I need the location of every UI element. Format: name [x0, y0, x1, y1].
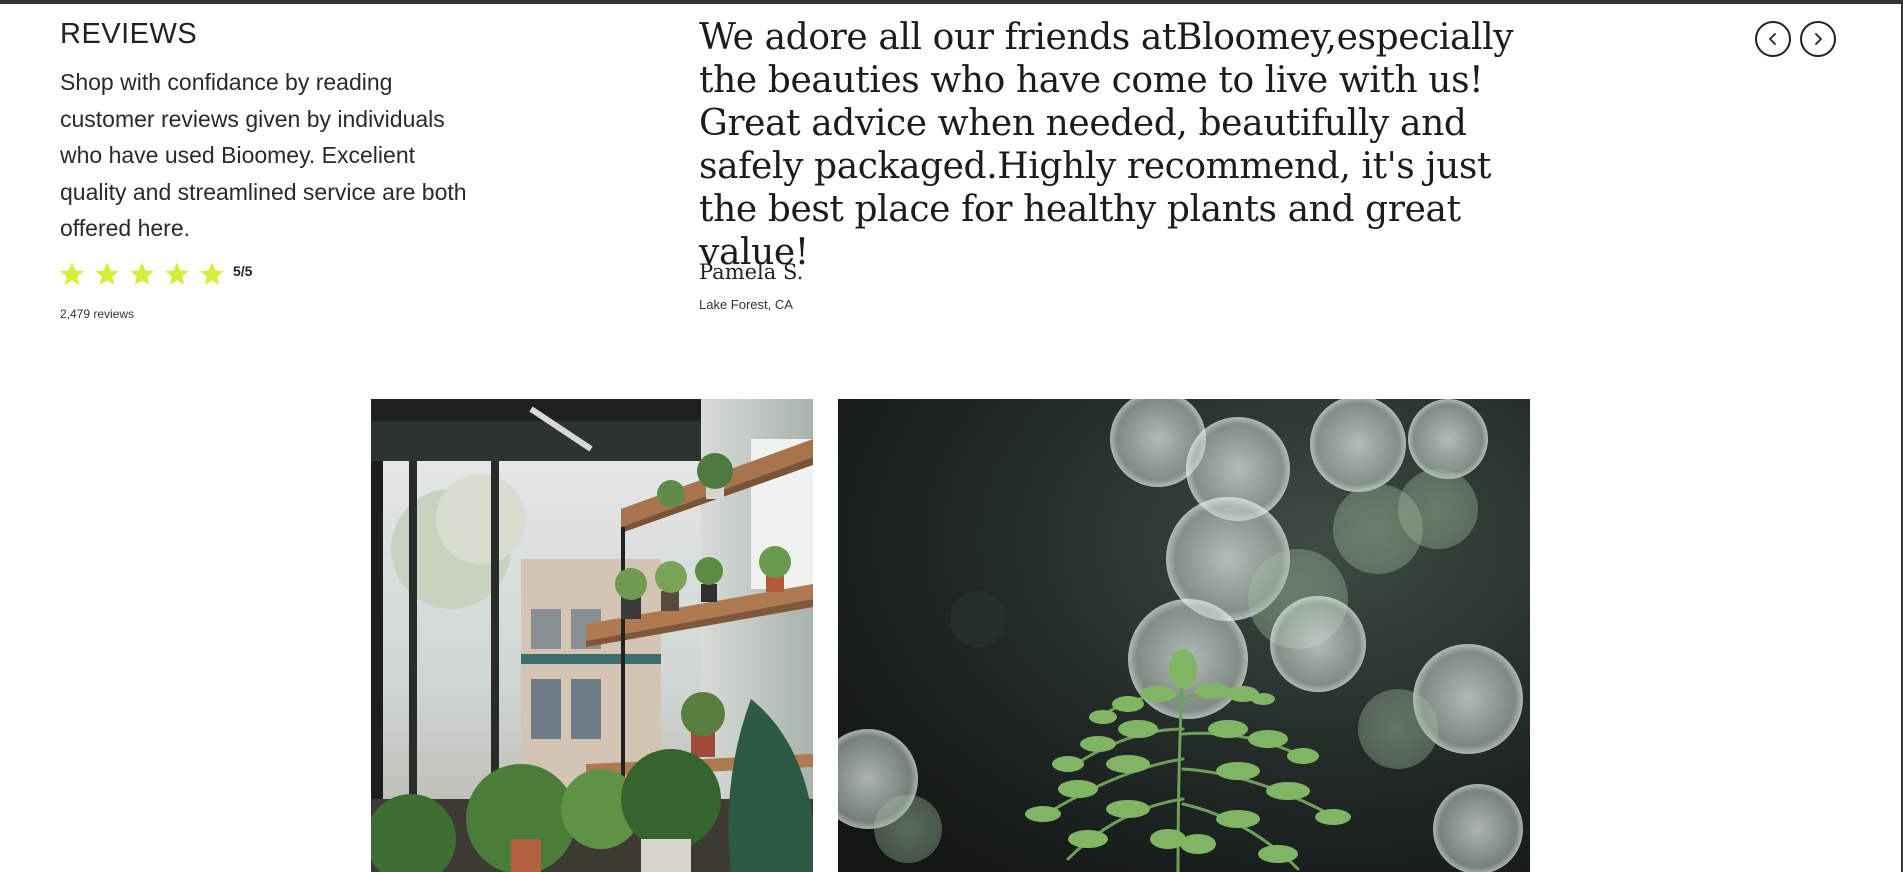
chevron-left-icon: [1769, 33, 1776, 45]
testimonial-location: Lake Forest, CA: [699, 297, 793, 312]
star-icon: [198, 260, 226, 288]
fern-bokeh-photo: [838, 399, 1530, 872]
reviews-description: Shop with confidance by reading customer…: [60, 69, 467, 241]
chevron-right-icon: [1815, 33, 1822, 45]
testimonial-author: Pamela S.: [699, 260, 804, 284]
plant-shop-photo: [371, 399, 813, 872]
star-icon: [163, 260, 191, 288]
previous-review-button[interactable]: [1755, 21, 1791, 57]
rating-score: 5/5: [233, 263, 253, 279]
top-border: [0, 0, 1903, 4]
next-review-button[interactable]: [1800, 21, 1836, 57]
rating-stars: 5/5: [58, 260, 252, 288]
star-icon: [58, 260, 86, 288]
review-count: 2,479 reviews: [60, 307, 135, 321]
star-icon: [128, 260, 156, 288]
testimonial-quote: We adore all our friends atBloomey,espec…: [699, 17, 1514, 273]
star-icon: [93, 260, 121, 288]
reviews-heading: REVIEWS: [60, 18, 198, 50]
